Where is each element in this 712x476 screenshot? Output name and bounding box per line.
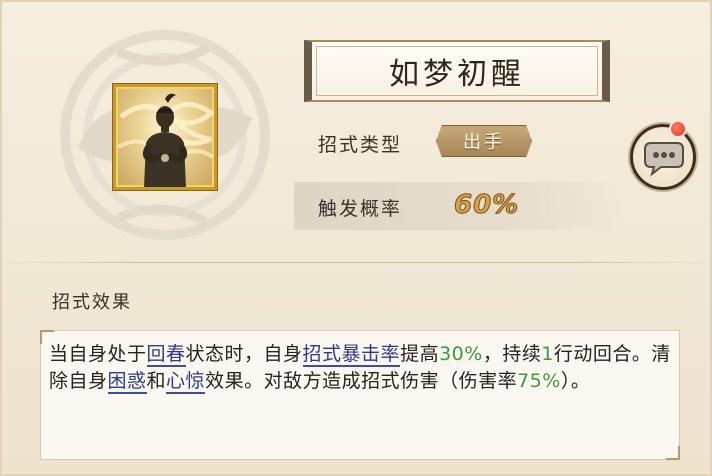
- keyword-link[interactable]: 困惑: [107, 370, 147, 394]
- skill-type-value: 出手: [463, 132, 505, 153]
- keyword-link[interactable]: 心惊: [166, 370, 206, 394]
- skill-name: 如梦初醒: [389, 57, 525, 92]
- skill-title-plate: 如梦初醒: [304, 40, 610, 102]
- trigger-rate-value: 60%: [453, 190, 520, 221]
- box-corner-ornament: [666, 446, 680, 460]
- effect-text: ）。: [560, 370, 591, 392]
- skill-type-badge: 出手: [436, 125, 532, 157]
- effect-text: 当自身处于: [49, 343, 147, 365]
- effect-text: 效果。对敌方造成招式伤害（伤害率: [205, 370, 518, 392]
- skill-type-label: 招式类型: [318, 134, 403, 156]
- skill-portrait: [113, 84, 217, 190]
- effect-text: ，持续: [482, 343, 542, 365]
- chat-bubble-icon: [644, 142, 684, 177]
- effect-number: 30%: [439, 343, 483, 365]
- martial-artist-portrait-icon: [117, 93, 214, 187]
- skill-detail-panel: 如梦初醒 招式类型 出手 触发概率 60% 招式效果 当自身处于回春状态时，自身…: [0, 0, 712, 476]
- trigger-rate-label: 触发概率: [318, 198, 403, 220]
- effect-text: 提高: [400, 343, 440, 365]
- effect-header: 招式效果: [52, 292, 132, 313]
- section-divider: [0, 262, 712, 263]
- effect-text: 和: [146, 370, 167, 392]
- effect-number: 1: [541, 343, 554, 365]
- effect-text: 状态时，自身: [185, 343, 303, 365]
- effect-description: 当自身处于回春状态时，自身招式暴击率提高30%，持续1行动回合。清除自身困惑和心…: [49, 341, 675, 395]
- effect-description-box: 当自身处于回春状态时，自身招式暴击率提高30%，持续1行动回合。清除自身困惑和心…: [40, 330, 680, 460]
- chat-button[interactable]: [630, 124, 696, 190]
- effect-number: 75%: [517, 370, 561, 392]
- keyword-link[interactable]: 招式暴击率: [302, 343, 401, 367]
- keyword-link[interactable]: 回春: [146, 343, 186, 367]
- notification-dot: [669, 120, 687, 138]
